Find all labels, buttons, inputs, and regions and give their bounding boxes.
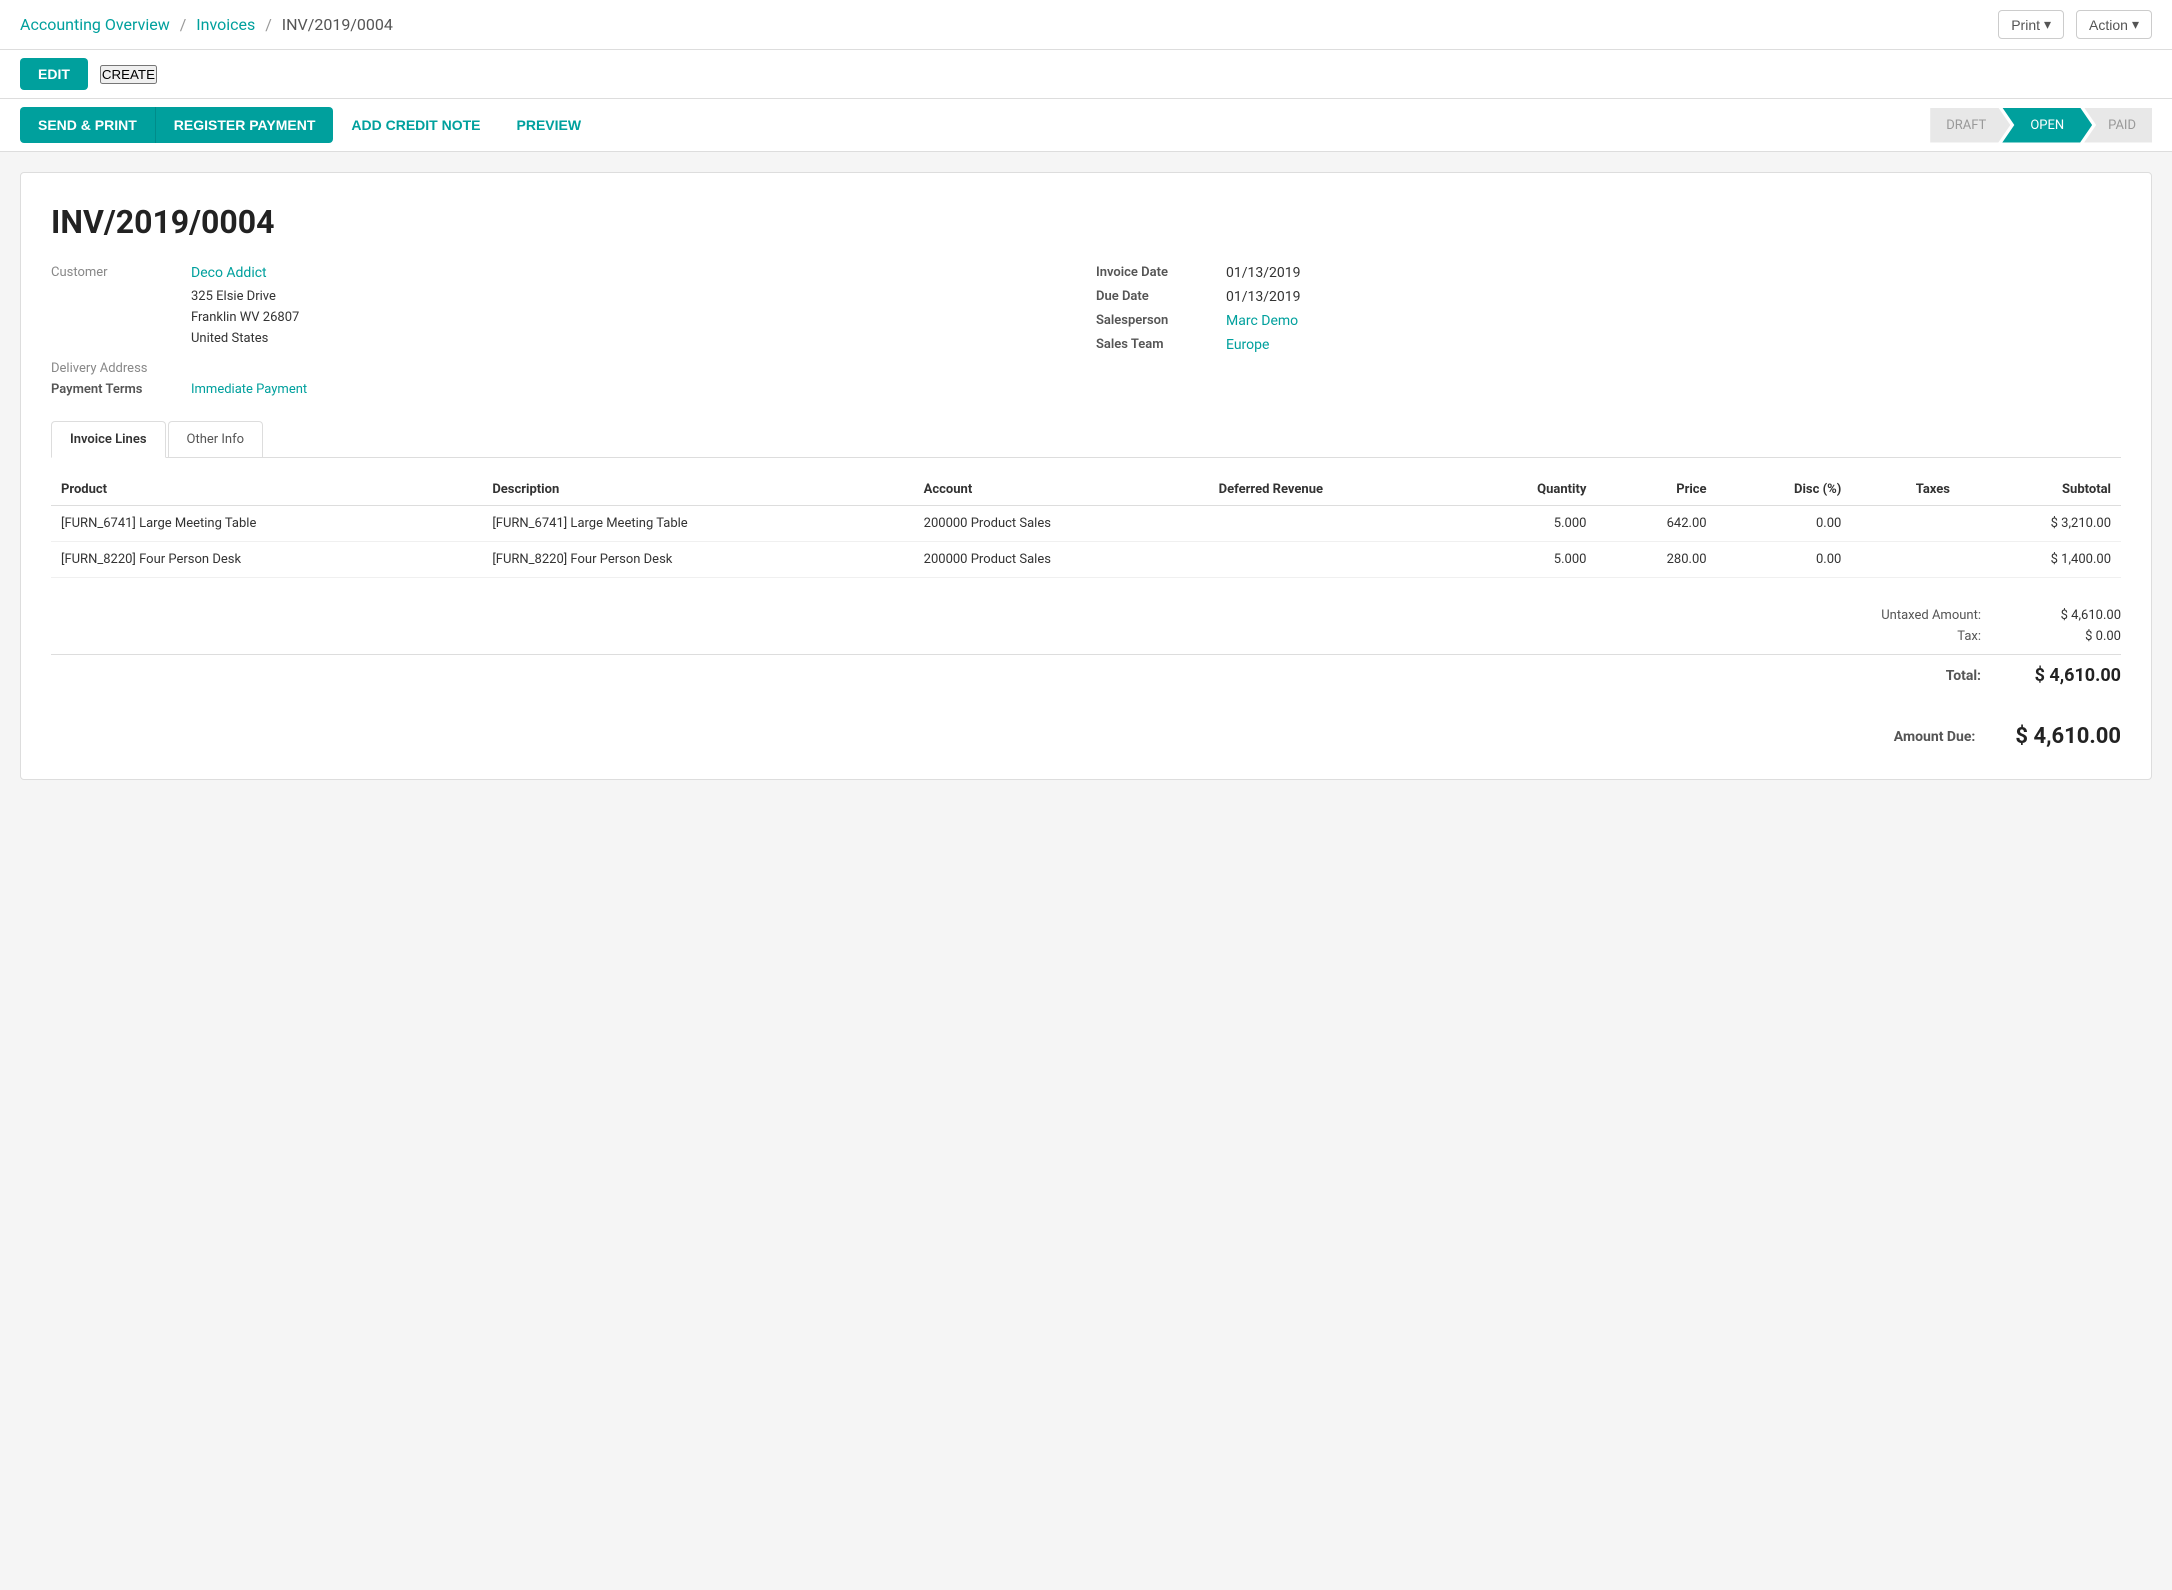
col-deferred-revenue: Deferred Revenue (1209, 474, 1458, 506)
table-row[interactable]: [FURN_8220] Four Person Desk [FURN_8220]… (51, 542, 2121, 578)
total-label: Total: (1821, 668, 1981, 684)
invoice-date-label: Invoice Date (1096, 265, 1226, 281)
address-line2: Franklin WV 26807 (191, 308, 1076, 329)
preview-button[interactable]: PREVIEW (499, 107, 600, 143)
payment-terms-row: Payment Terms Immediate Payment (51, 382, 1076, 397)
amount-due-row: Amount Due: $ 4,610.00 (1815, 724, 2121, 749)
cell-quantity: 5.000 (1458, 506, 1597, 542)
top-bar: Accounting Overview / Invoices / INV/201… (0, 0, 2172, 50)
sales-team-row: Sales Team Europe (1096, 337, 2121, 353)
edit-create-bar: EDIT CREATE (0, 50, 2172, 99)
cell-subtotal: $ 1,400.00 (1960, 542, 2121, 578)
breadcrumb-accounting[interactable]: Accounting Overview (20, 15, 170, 34)
sales-team-label: Sales Team (1096, 337, 1226, 353)
col-price: Price (1596, 474, 1716, 506)
cell-deferred-revenue (1209, 542, 1458, 578)
col-quantity: Quantity (1458, 474, 1597, 506)
customer-address: 325 Elsie Drive Franklin WV 26807 United… (191, 287, 1076, 349)
cell-description: [FURN_8220] Four Person Desk (482, 542, 913, 578)
cell-deferred-revenue (1209, 506, 1458, 542)
invoice-date-row: Invoice Date 01/13/2019 (1096, 265, 2121, 281)
col-account: Account (914, 474, 1209, 506)
cell-disc: 0.00 (1717, 506, 1852, 542)
col-taxes: Taxes (1851, 474, 1960, 506)
untaxed-label: Untaxed Amount: (1821, 608, 1981, 623)
cell-account: 200000 Product Sales (914, 506, 1209, 542)
due-date-value: 01/13/2019 (1226, 289, 1301, 305)
delivery-label: Delivery Address (51, 361, 191, 376)
customer-name[interactable]: Deco Addict (191, 265, 267, 281)
action-button[interactable]: Action ▾ (2076, 10, 2152, 39)
cell-subtotal: $ 3,210.00 (1960, 506, 2121, 542)
total-value: $ 4,610.00 (2021, 665, 2121, 686)
salesperson-row: Salesperson Marc Demo (1096, 313, 2121, 329)
amount-due-value: $ 4,610.00 (2015, 724, 2121, 749)
salesperson-label: Salesperson (1096, 313, 1226, 329)
action-bar: SEND & PRINT REGISTER PAYMENT ADD CREDIT… (0, 99, 2172, 152)
payment-terms-label: Payment Terms (51, 382, 191, 397)
sales-team-value[interactable]: Europe (1226, 337, 1269, 353)
breadcrumb: Accounting Overview / Invoices / INV/201… (20, 15, 393, 34)
payment-terms-value[interactable]: Immediate Payment (191, 382, 307, 397)
invoice-meta: Customer Deco Addict 325 Elsie Drive Fra… (51, 265, 2121, 397)
cell-quantity: 5.000 (1458, 542, 1597, 578)
invoice-number: INV/2019/0004 (51, 203, 2121, 241)
total-row: Total: $ 4,610.00 (1821, 665, 2121, 686)
tab-invoice-lines[interactable]: Invoice Lines (51, 421, 166, 458)
col-product: Product (51, 474, 482, 506)
totals-section: Untaxed Amount: $ 4,610.00 Tax: $ 0.00 T… (51, 608, 2121, 749)
untaxed-value: $ 4,610.00 (2021, 608, 2121, 623)
tax-label: Tax: (1821, 629, 1981, 644)
top-actions: Print ▾ Action ▾ (1998, 10, 2152, 39)
total-divider (51, 654, 2121, 655)
add-credit-note-button[interactable]: ADD CREDIT NOTE (333, 107, 498, 143)
cell-price: 280.00 (1596, 542, 1716, 578)
cell-taxes (1851, 542, 1960, 578)
address-line3: United States (191, 329, 1076, 350)
cell-taxes (1851, 506, 1960, 542)
tab-other-info[interactable]: Other Info (168, 421, 264, 457)
invoice-table: Product Description Account Deferred Rev… (51, 474, 2121, 578)
table-row[interactable]: [FURN_6741] Large Meeting Table [FURN_67… (51, 506, 2121, 542)
customer-row: Customer Deco Addict (51, 265, 1076, 281)
status-paid: PAID (2084, 108, 2152, 143)
invoice-card: INV/2019/0004 Customer Deco Addict 325 E… (20, 172, 2152, 780)
address-line1: 325 Elsie Drive (191, 287, 1076, 308)
edit-button[interactable]: EDIT (20, 58, 88, 90)
cell-product: [FURN_8220] Four Person Desk (51, 542, 482, 578)
cell-price: 642.00 (1596, 506, 1716, 542)
col-description: Description (482, 474, 913, 506)
print-button[interactable]: Print ▾ (1998, 10, 2064, 39)
register-payment-button[interactable]: REGISTER PAYMENT (155, 107, 334, 143)
chevron-down-icon: ▾ (2044, 16, 2051, 33)
salesperson-value[interactable]: Marc Demo (1226, 313, 1298, 329)
due-date-row: Due Date 01/13/2019 (1096, 289, 2121, 305)
col-disc: Disc (%) (1717, 474, 1852, 506)
create-button[interactable]: CREATE (100, 65, 157, 84)
cell-disc: 0.00 (1717, 542, 1852, 578)
untaxed-row: Untaxed Amount: $ 4,610.00 (1821, 608, 2121, 623)
breadcrumb-current: INV/2019/0004 (282, 15, 393, 34)
meta-right: Invoice Date 01/13/2019 Due Date 01/13/2… (1096, 265, 2121, 397)
due-date-label: Due Date (1096, 289, 1226, 305)
cell-product: [FURN_6741] Large Meeting Table (51, 506, 482, 542)
status-open: OPEN (2002, 108, 2092, 143)
cell-description: [FURN_6741] Large Meeting Table (482, 506, 913, 542)
meta-left: Customer Deco Addict 325 Elsie Drive Fra… (51, 265, 1076, 397)
cell-account: 200000 Product Sales (914, 542, 1209, 578)
delivery-address-row: Delivery Address (51, 361, 1076, 376)
col-subtotal: Subtotal (1960, 474, 2121, 506)
chevron-down-icon: ▾ (2132, 16, 2139, 33)
breadcrumb-invoices[interactable]: Invoices (196, 15, 255, 34)
invoice-date-value: 01/13/2019 (1226, 265, 1301, 281)
send-print-button[interactable]: SEND & PRINT (20, 107, 155, 143)
amount-due-label: Amount Due: (1815, 729, 1975, 745)
customer-label: Customer (51, 265, 191, 281)
status-bar: DRAFT OPEN PAID (1930, 108, 2152, 143)
tax-value: $ 0.00 (2021, 629, 2121, 644)
status-draft: DRAFT (1930, 108, 2010, 143)
main-content: INV/2019/0004 Customer Deco Addict 325 E… (0, 152, 2172, 800)
tax-row: Tax: $ 0.00 (1821, 629, 2121, 644)
tabs: Invoice Lines Other Info (51, 421, 2121, 458)
